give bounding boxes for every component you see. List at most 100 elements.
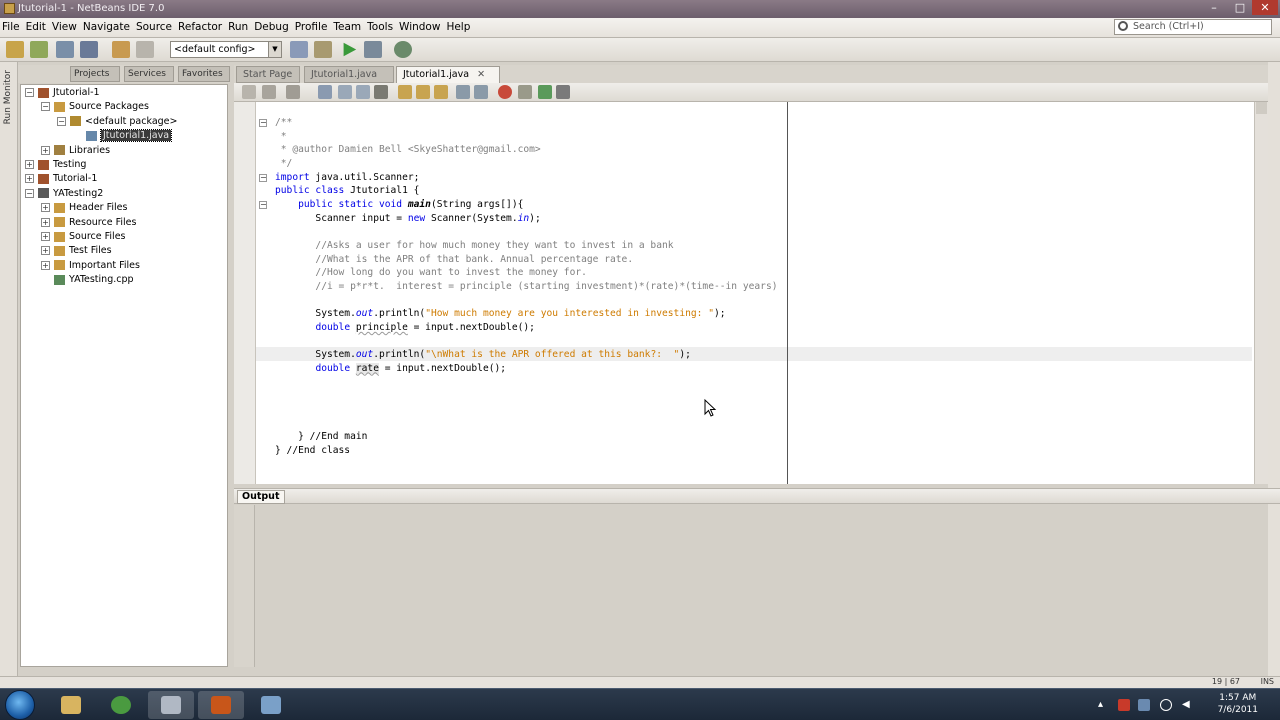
debug-icon[interactable] [364, 41, 382, 58]
tab-services[interactable]: Services [124, 66, 174, 82]
find-next-icon[interactable] [356, 85, 370, 99]
sync-icon[interactable] [1160, 699, 1172, 711]
menu-item-navigate[interactable]: Navigate [83, 21, 130, 33]
editor-gutter[interactable] [234, 102, 256, 484]
tree-node[interactable]: + Testing [25, 158, 86, 172]
expand-icon[interactable]: + [25, 160, 34, 169]
new-project-icon[interactable] [30, 41, 48, 58]
menu-item-view[interactable]: View [52, 21, 77, 33]
code-line[interactable]: double principle = input.nextDouble(); [275, 321, 535, 335]
expand-icon[interactable]: + [41, 260, 50, 270]
expand-icon[interactable]: + [41, 217, 50, 227]
taskbar-app-explorer[interactable] [48, 691, 94, 719]
expand-icon[interactable]: + [41, 203, 50, 213]
run-icon[interactable] [343, 42, 357, 57]
taskbar-app-netbeans[interactable] [248, 691, 294, 719]
open-project-icon[interactable] [56, 41, 74, 58]
tree-node[interactable]: + Resource Files [41, 216, 136, 230]
close-tab-icon[interactable]: ✕ [477, 69, 485, 80]
redo-icon[interactable] [136, 41, 154, 58]
tree-node[interactable]: + Tutorial-1 [25, 172, 97, 186]
code-line[interactable]: } //End class [275, 444, 350, 458]
collapse-icon[interactable]: − [41, 102, 50, 112]
source-view-icon[interactable] [242, 85, 256, 99]
tree-node[interactable]: Jtutorial1.java [73, 129, 173, 143]
code-line[interactable]: double rate = input.nextDouble(); [275, 362, 506, 376]
expand-icon[interactable]: + [41, 145, 50, 155]
tab-output[interactable]: Output [237, 490, 285, 504]
bookmark-prev-icon[interactable] [398, 85, 412, 99]
tree-node[interactable]: + Important Files [41, 259, 140, 273]
collapse-icon[interactable]: − [57, 116, 66, 126]
shift-right-icon[interactable] [474, 85, 488, 99]
code-line[interactable]: } //End main [275, 430, 367, 444]
menu-item-file[interactable]: File [2, 21, 20, 33]
new-file-icon[interactable] [6, 41, 24, 58]
code-line[interactable]: System.out.println("\nWhat is the APR of… [275, 348, 690, 362]
tree-node[interactable]: − <default package> [57, 115, 177, 129]
tree-node[interactable]: YATesting.cpp [41, 273, 134, 287]
tray-expand-icon[interactable]: ▴ [1098, 699, 1110, 711]
history-icon[interactable] [262, 85, 276, 99]
fold-toggle-icon[interactable]: − [259, 201, 267, 209]
tree-node[interactable]: − Source Packages [41, 100, 149, 114]
clean-build-icon[interactable] [314, 41, 332, 58]
taskbar-app-chrome[interactable] [98, 691, 144, 719]
close-window-button[interactable]: ✕ [1252, 0, 1278, 15]
bookmark-next-icon[interactable] [416, 85, 430, 99]
menu-item-run[interactable]: Run [228, 21, 248, 33]
code-line[interactable]: //Asks a user for how much money they wa… [275, 239, 673, 253]
build-icon[interactable] [290, 41, 308, 58]
tab-projects[interactable]: Projects [70, 66, 120, 82]
editor-scrollbar[interactable] [1254, 102, 1268, 484]
run-monitor-tab[interactable]: Run Monitor [3, 70, 13, 124]
find-previous-icon[interactable] [338, 85, 352, 99]
network-icon[interactable] [1138, 699, 1150, 711]
profile-icon[interactable] [394, 41, 412, 58]
taskbar-app-media[interactable] [198, 691, 244, 719]
menu-item-team[interactable]: Team [333, 21, 361, 33]
save-all-icon[interactable] [80, 41, 98, 58]
menu-item-window[interactable]: Window [399, 21, 440, 33]
code-line[interactable]: * @author Damien Bell <SkyeShatter@gmail… [275, 143, 541, 157]
record-macro-icon[interactable] [518, 85, 532, 99]
tab-jtutorial1-java[interactable]: Jtutorial1.java ✕ [396, 66, 500, 83]
code-line[interactable]: /** [275, 116, 292, 130]
menu-item-source[interactable]: Source [136, 21, 172, 33]
tree-node[interactable]: + Test Files [41, 244, 112, 258]
shift-left-icon[interactable] [456, 85, 470, 99]
menu-item-edit[interactable]: Edit [26, 21, 46, 33]
code-line[interactable]: //i = p*r*t. interest = principle (start… [275, 280, 777, 294]
collapse-icon[interactable]: − [25, 188, 34, 198]
tree-node[interactable]: − YATesting2 [25, 187, 103, 201]
output-content[interactable] [254, 505, 1268, 667]
expand-icon[interactable]: + [41, 246, 50, 256]
find-icon[interactable] [318, 85, 332, 99]
tree-node[interactable]: + Source Files [41, 230, 126, 244]
toggle-highlight-icon[interactable] [374, 85, 388, 99]
undo-icon[interactable] [112, 41, 130, 58]
menu-item-debug[interactable]: Debug [254, 21, 289, 33]
collapse-icon[interactable]: − [25, 88, 34, 97]
tab-favorites[interactable]: Favorites [178, 66, 230, 82]
expand-icon[interactable]: + [25, 174, 34, 184]
taskbar-app-window[interactable] [148, 691, 194, 719]
menu-item-tools[interactable]: Tools [367, 21, 393, 33]
volume-icon[interactable]: ◀ [1182, 699, 1194, 711]
code-line[interactable]: Scanner input = new Scanner(System.in); [275, 212, 540, 226]
config-select[interactable]: <default config> ▼ [170, 41, 282, 58]
code-line[interactable]: */ [275, 157, 293, 171]
stop-macro-icon[interactable] [498, 85, 512, 99]
code-line[interactable]: * [275, 130, 287, 144]
tree-node[interactable]: − Jtutorial-1 [25, 86, 100, 100]
comment-icon[interactable] [538, 85, 552, 99]
menu-item-profile[interactable]: Profile [295, 21, 328, 33]
start-button[interactable] [5, 690, 35, 720]
toggle-bookmark-icon[interactable] [434, 85, 448, 99]
tab-jtutorial1-java-prev[interactable]: Jtutorial1.java [304, 66, 394, 83]
clock[interactable]: 1:57 AM 7/6/2011 [1218, 692, 1258, 716]
uncomment-icon[interactable] [556, 85, 570, 99]
tray-app-icon[interactable] [1118, 699, 1130, 711]
menu-item-refactor[interactable]: Refactor [178, 21, 222, 33]
code-line[interactable]: public static void main(String args[]){ [275, 198, 523, 212]
